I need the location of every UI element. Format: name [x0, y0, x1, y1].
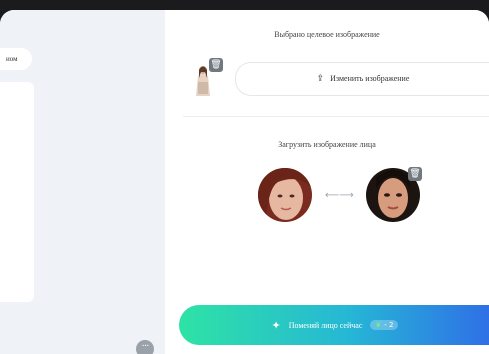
leaf-icon: ❦ — [375, 321, 382, 329]
trash-icon[interactable]: 🗑 — [408, 167, 422, 181]
left-preview-card — [0, 82, 34, 302]
left-panel: иом ··· — [0, 10, 165, 354]
app-window: иом ··· Выбрано целевое изображение 🗑 ⇪ И… — [0, 10, 489, 354]
swap-face-label: Поменяй лицо сейчас — [288, 320, 363, 330]
upload-icon: ⇪ — [316, 74, 325, 84]
divider — [183, 116, 489, 117]
source-face-image — [258, 168, 312, 222]
swap-face-button[interactable]: ✦ Поменяй лицо сейчас ❦ - 2 — [179, 305, 489, 345]
left-tab[interactable]: иом — [0, 48, 32, 70]
right-panel: Выбрано целевое изображение 🗑 ⇪ Изменить … — [165, 10, 489, 354]
magic-wand-icon: ✦ — [271, 318, 281, 332]
face-section-title: Загрузить изображение лица — [278, 140, 376, 149]
change-image-label: Изменить изображение — [330, 74, 410, 83]
credit-cost: - 2 — [384, 321, 394, 329]
target-section-title: Выбрано целевое изображение — [274, 30, 380, 39]
trash-icon[interactable]: 🗑 — [209, 58, 223, 72]
credit-badge: ❦ - 2 — [370, 320, 399, 330]
change-image-button[interactable]: ⇪ Изменить изображение — [235, 62, 489, 96]
swap-arrows-icon: ⟵⟶ — [325, 190, 354, 201]
more-dots-icon[interactable]: ··· — [136, 340, 154, 354]
